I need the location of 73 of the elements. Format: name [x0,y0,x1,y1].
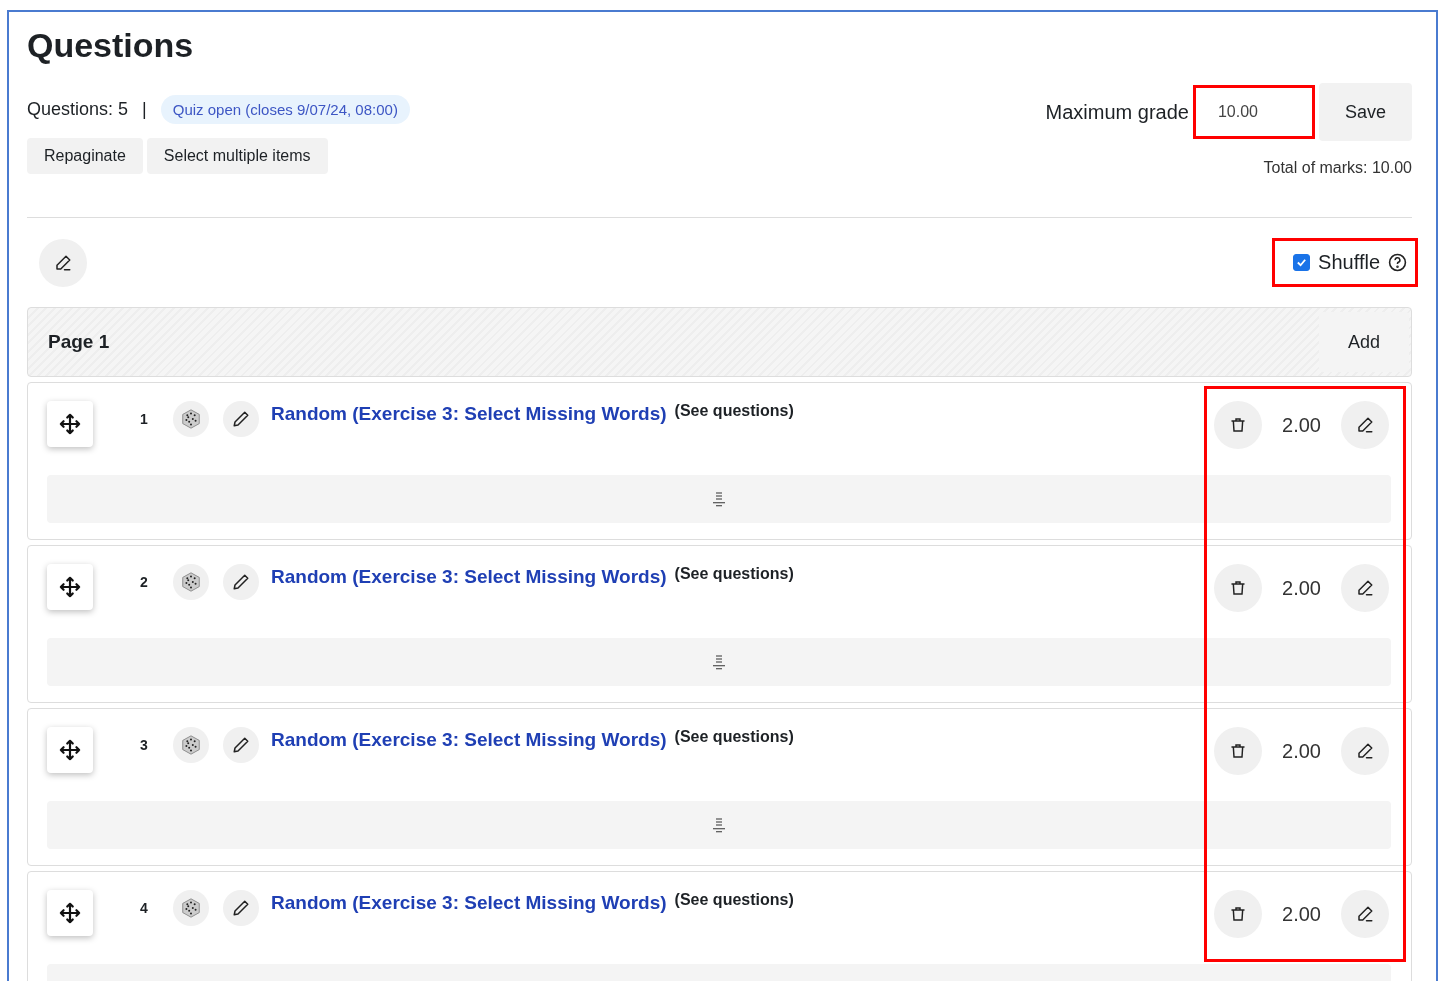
question-number: 1 [139,411,149,427]
page-title: Questions [27,26,195,65]
move-button[interactable] [47,401,93,447]
save-button[interactable]: Save [1318,83,1412,141]
pencil-icon [1356,742,1374,760]
add-button[interactable]: Add [1319,312,1409,372]
question-mark: 2.00 [1282,739,1321,763]
delete-button[interactable] [1214,564,1263,612]
action-button[interactable]: Select multiple items [146,138,328,174]
delete-button[interactable] [1214,727,1263,775]
action-button[interactable]: Repaginate [27,138,143,174]
question-link[interactable]: Random (Exercise 3: Select Missing Words) [271,403,667,425]
trash-icon [1230,579,1247,597]
pencil-icon [232,736,250,754]
move-icon [59,413,81,435]
dice-icon [173,401,209,437]
see-questions-label: (See questions) [674,728,794,746]
trash-icon [1230,416,1247,434]
question-mark: 2.00 [1282,576,1321,600]
pencil-icon [232,410,250,428]
grade-label: Maximum grade [1045,100,1189,124]
pencil-icon [54,253,72,272]
see-questions-label: (See questions) [674,402,794,420]
question-count: Questions: 5 [27,99,129,120]
question-mark: 2.00 [1282,413,1321,437]
page-title-label: Page 1 [48,331,110,353]
edit-mark-button[interactable] [1341,564,1389,612]
pencil-icon [1356,579,1374,597]
total-marks: Total of marks: 10.00 [1263,159,1412,177]
move-button[interactable] [47,564,93,610]
edit-mark-button[interactable] [1341,890,1389,938]
dice-icon [173,727,209,763]
edit-mark-button[interactable] [1341,401,1389,449]
delete-button[interactable] [1214,890,1263,938]
move-button[interactable] [47,727,93,773]
question-number: 3 [139,737,149,753]
question-number: 2 [139,574,149,590]
question-number: 4 [139,900,149,916]
edit-mark-button[interactable] [1341,727,1389,775]
edit-question-button[interactable] [223,727,259,763]
pencil-icon [1356,905,1374,923]
edit-question-button[interactable] [223,401,259,437]
move-icon [59,902,81,924]
move-button[interactable] [47,890,93,936]
dice-icon [173,564,209,600]
delete-button[interactable] [1214,401,1263,449]
status-badge: Quiz open (closes 9/07/24, 08:00) [160,95,410,124]
help-icon[interactable] [1388,253,1407,272]
edit-question-button[interactable] [223,890,259,926]
move-icon [59,576,81,598]
shuffle-checkbox[interactable] [1293,254,1311,271]
trash-icon [1230,742,1247,760]
question-mark: 2.00 [1282,902,1321,926]
edit-button[interactable] [39,238,87,287]
see-questions-label: (See questions) [674,565,794,583]
pencil-icon [1356,416,1374,434]
trash-icon [1230,905,1247,923]
move-icon [59,739,81,761]
shuffle-label: Shuffle [1318,251,1380,274]
separator: | [142,99,147,120]
add-icon [710,653,728,671]
pencil-icon [232,573,250,591]
question-link[interactable]: Random (Exercise 3: Select Missing Words) [271,566,667,588]
question-link[interactable]: Random (Exercise 3: Select Missing Words) [271,729,667,751]
pencil-icon [232,899,250,917]
question-link[interactable]: Random (Exercise 3: Select Missing Words) [271,892,667,914]
add-icon [710,490,728,508]
see-questions-label: (See questions) [674,891,794,909]
edit-question-button[interactable] [223,564,259,600]
dice-icon [173,890,209,926]
check-icon [1296,257,1308,268]
add-icon [710,816,728,834]
grade-field[interactable]: 10.00 [1192,85,1315,139]
